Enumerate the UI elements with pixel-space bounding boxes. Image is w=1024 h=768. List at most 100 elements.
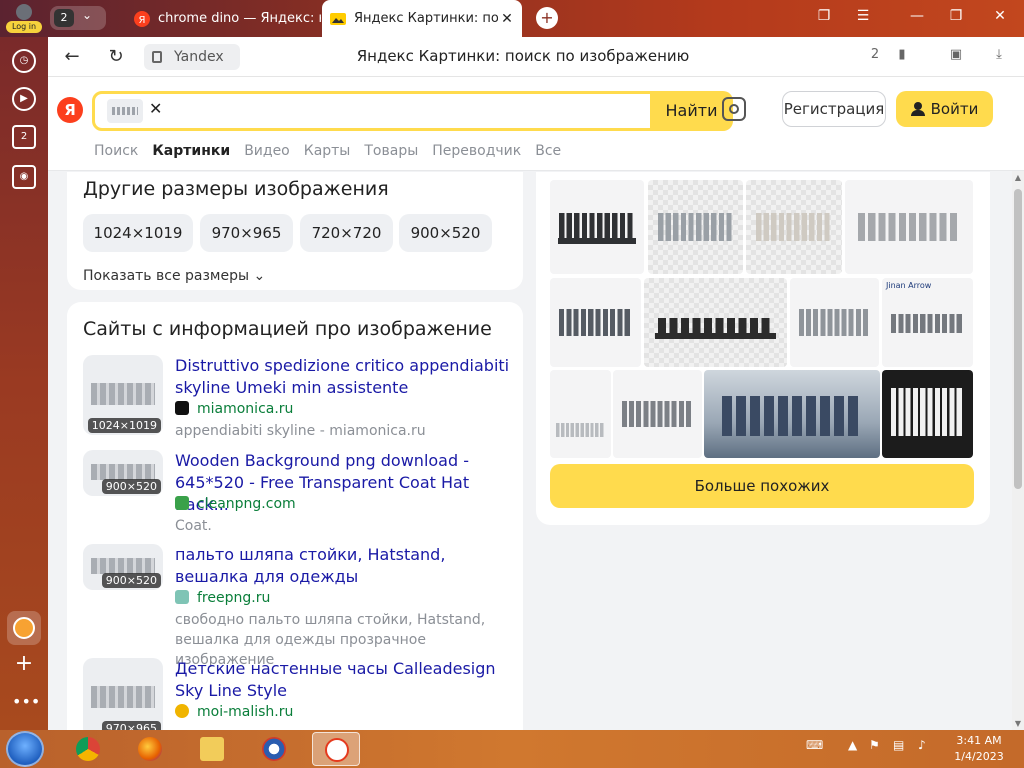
site-domain-label: miamonica.ru <box>197 401 294 417</box>
similar-image[interactable] <box>613 370 702 458</box>
query-image-thumbnail[interactable] <box>107 99 143 123</box>
search-button[interactable]: Найти <box>650 91 733 131</box>
site-thumbnail[interactable]: 970×965 <box>83 658 163 730</box>
new-tab-button[interactable]: + <box>536 7 558 29</box>
size-chip[interactable]: 970×965 <box>200 214 293 252</box>
more-icon[interactable]: ••• <box>12 692 40 711</box>
site-favicon-icon <box>175 401 189 415</box>
login-button-label: Войти <box>930 100 979 118</box>
yandex-browser-icon <box>325 738 349 762</box>
download-icon[interactable]: ⤓ <box>988 47 1010 67</box>
service-tab-maps[interactable]: Карты <box>304 143 351 163</box>
browser-sidebar: ◷ ▶ 2 ◉ + ••• <box>0 37 48 730</box>
extension-button[interactable] <box>7 611 41 645</box>
bookmark-icon[interactable]: ▮ <box>891 47 913 67</box>
start-button[interactable] <box>6 731 44 767</box>
service-tab-video[interactable]: Видео <box>244 143 290 163</box>
similar-image[interactable] <box>550 370 611 458</box>
login-button[interactable]: Войти <box>896 91 993 127</box>
similar-image[interactable] <box>704 370 880 458</box>
menu-icon[interactable]: ☰ <box>853 8 873 24</box>
site-domain-pill[interactable]: Yandex <box>144 44 240 70</box>
bookmarks-panel-icon[interactable]: ❐ <box>814 8 834 24</box>
image-caption: Jinan Arrow <box>886 281 932 290</box>
site-domain-link[interactable]: freepng.ru <box>175 590 270 606</box>
screenshot-icon[interactable]: ◉ <box>12 165 36 189</box>
similar-image[interactable] <box>644 278 787 367</box>
profile-button[interactable]: Log in <box>6 2 42 34</box>
close-tab-icon[interactable]: ✕ <box>498 11 516 27</box>
taskbar-firefox[interactable] <box>126 732 174 766</box>
images-favicon-icon <box>330 12 346 25</box>
clear-query-icon[interactable]: ✕ <box>149 99 162 118</box>
taskbar-chrome[interactable] <box>64 732 112 766</box>
site-domain-label: freepng.ru <box>197 590 271 606</box>
service-tab-images[interactable]: Картинки <box>152 143 230 163</box>
site-domain-link[interactable]: moi-malish.ru <box>175 704 293 720</box>
site-thumbnail[interactable]: 900×520 <box>83 544 163 590</box>
site-title-link[interactable]: Distruttivo spedizione critico appendiab… <box>175 355 513 399</box>
service-tab-market[interactable]: Товары <box>364 143 418 163</box>
system-clock[interactable]: 3:41 AM 1/4/2023 <box>944 733 1014 765</box>
service-tab-translate[interactable]: Переводчик <box>432 143 521 163</box>
site-favicon-icon <box>175 590 189 604</box>
network-icon[interactable]: ▤ <box>893 738 904 752</box>
keyboard-icon[interactable]: ⌨ <box>806 738 823 752</box>
restore-button[interactable]: ❐ <box>946 8 966 24</box>
scroll-down-arrow-icon[interactable]: ▼ <box>1012 719 1024 728</box>
site-title-link[interactable]: пальто шляпа стойки, Hatstand, вешалка д… <box>175 544 513 588</box>
search-box[interactable]: ✕ Найти <box>92 91 733 131</box>
volume-icon[interactable]: ♪ <box>918 738 926 752</box>
taskbar-yandex-browser[interactable] <box>312 732 360 766</box>
taskbar-explorer[interactable] <box>188 732 236 766</box>
show-all-sizes-link[interactable]: Показать все размеры ⌄ <box>83 268 265 284</box>
results-content: Другие размеры изображения 1024×1019 970… <box>48 172 1010 730</box>
similar-image[interactable] <box>550 180 644 274</box>
site-domain-link[interactable]: cleanpng.com <box>175 496 296 512</box>
more-similar-button[interactable]: Больше похожих <box>550 464 974 508</box>
history-icon[interactable]: ◷ <box>12 49 36 73</box>
register-button[interactable]: Регистрация <box>782 91 886 127</box>
similar-image[interactable]: Jinan Arrow <box>882 278 973 367</box>
site-thumbnail[interactable]: 900×520 <box>83 450 163 496</box>
action-center-flag-icon[interactable]: ⚑ <box>869 738 880 752</box>
similar-image[interactable] <box>882 370 973 458</box>
firefox-icon <box>138 737 162 761</box>
site-thumbnail[interactable]: 1024×1019 <box>83 355 163 435</box>
windows-taskbar: ⌨ ▲ ⚑ ▤ ♪ 3:41 AM 1/4/2023 <box>0 730 1024 768</box>
service-tab-search[interactable]: Поиск <box>94 143 138 163</box>
similar-image[interactable] <box>746 180 842 274</box>
tabs-count-icon[interactable]: 2 <box>12 125 36 149</box>
similar-image[interactable] <box>790 278 879 367</box>
add-panel-button[interactable]: + <box>12 651 36 676</box>
media-play-icon[interactable]: ▶ <box>12 87 36 111</box>
size-chip[interactable]: 900×520 <box>399 214 492 252</box>
page-scrollbar[interactable]: ▲ ▼ <box>1012 171 1024 730</box>
scroll-thumb[interactable] <box>1014 189 1022 489</box>
similar-image[interactable] <box>550 278 641 367</box>
site-description: Coat. <box>175 518 212 534</box>
tab-chrome-dino[interactable]: Я chrome dino — Яндекс: на <box>126 0 321 37</box>
folder-icon <box>200 737 224 761</box>
minimize-button[interactable]: — <box>907 8 927 24</box>
back-arrow-icon[interactable]: ← <box>60 45 84 69</box>
service-tab-all[interactable]: Все <box>535 143 561 163</box>
similar-image[interactable] <box>845 180 973 274</box>
tab-counter-button[interactable]: 2 ⌄ <box>50 6 106 30</box>
extension-shield-icon[interactable]: ▣ <box>945 47 967 67</box>
tray-expand-icon[interactable]: ▲ <box>848 738 857 752</box>
tab-yandex-images[interactable]: Яндекс Картинки: поис ✕ <box>322 0 522 37</box>
size-chip[interactable]: 720×720 <box>300 214 393 252</box>
yandex-logo[interactable]: Я <box>57 97 83 123</box>
close-window-button[interactable]: ✕ <box>990 8 1010 24</box>
scroll-up-arrow-icon[interactable]: ▲ <box>1012 173 1024 182</box>
page-title[interactable]: Яндекс Картинки: поиск по изображению <box>298 47 748 65</box>
taskbar-app[interactable] <box>250 732 298 766</box>
similar-image[interactable] <box>648 180 743 274</box>
reload-icon[interactable]: ↻ <box>104 45 128 69</box>
size-chip[interactable]: 1024×1019 <box>83 214 193 252</box>
site-title-link[interactable]: Детские настенные часы Calleadesign Sky … <box>175 658 513 702</box>
site-domain-link[interactable]: miamonica.ru <box>175 401 293 417</box>
image-search-lens-icon[interactable] <box>722 97 746 121</box>
downloads-badge-icon[interactable]: 2 <box>864 47 886 67</box>
